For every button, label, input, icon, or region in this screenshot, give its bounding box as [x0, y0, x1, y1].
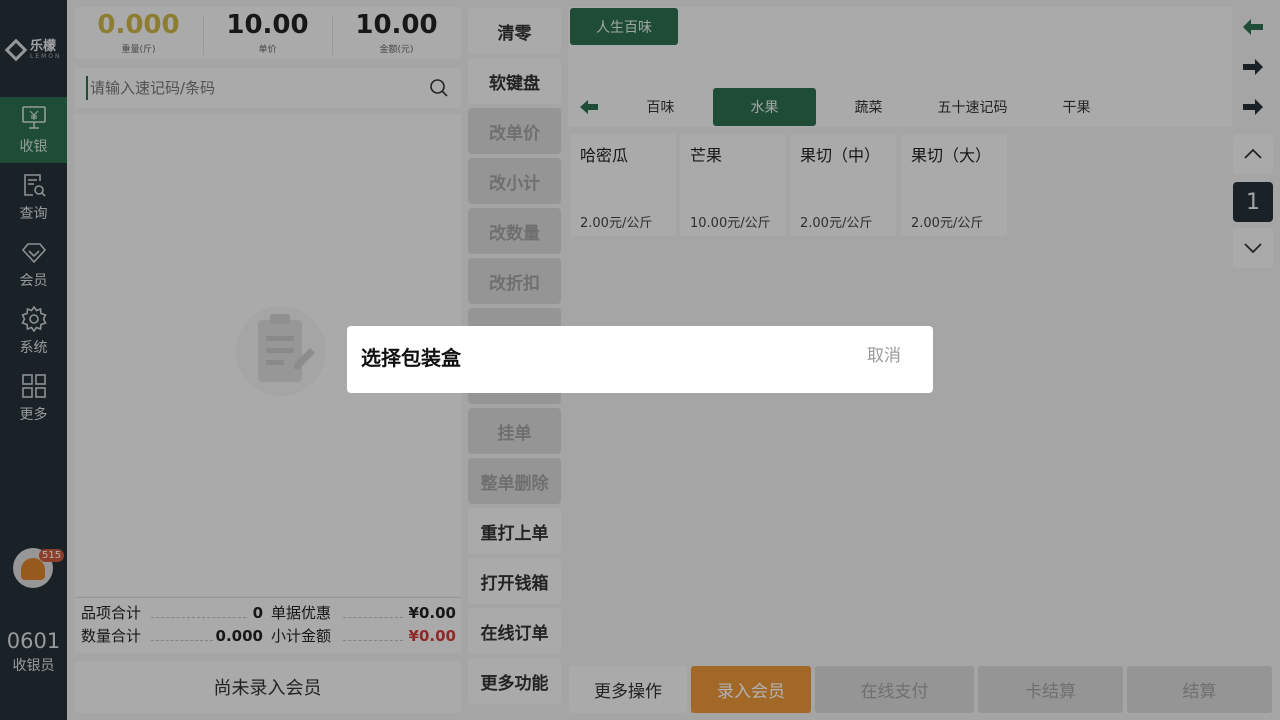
dialog-title: 选择包装盒	[361, 346, 461, 370]
dialog-cancel-button[interactable]: 取消	[867, 341, 901, 366]
packaging-box-dialog: 选择包装盒 取消	[347, 326, 933, 393]
